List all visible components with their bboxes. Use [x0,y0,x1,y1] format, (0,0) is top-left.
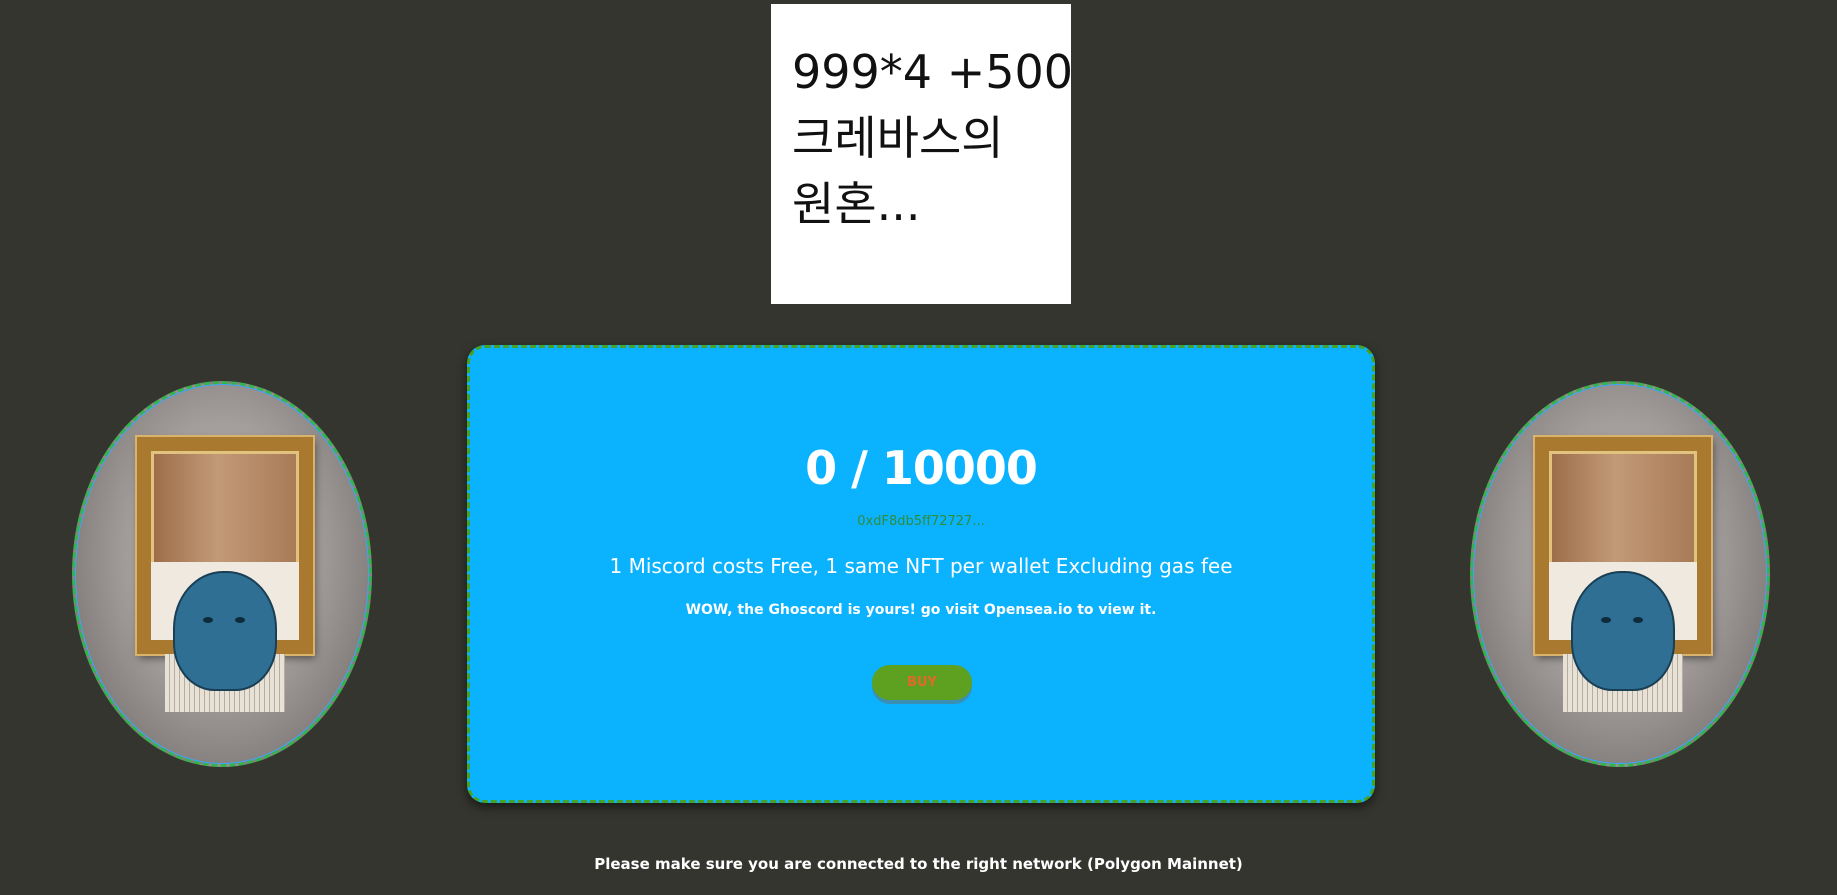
info-note: 999*4 +500 크레바스의 원혼... [771,4,1073,304]
price-info: 1 Miscord costs Free, 1 same NFT per wal… [609,554,1233,578]
contract-address-link[interactable]: 0xdF8db5ff72727... [470,514,1372,529]
network-notice: Please make sure you are connected to th… [594,855,1243,873]
success-message: WOW, the Ghoscord is yours! go visit Ope… [685,602,1157,618]
right-artwork-image [1470,381,1770,767]
mint-card: 0 / 10000 0xdF8db5ff72727... 1 Miscord c… [467,345,1375,803]
ghost-character [173,571,277,691]
ghost-character [1571,571,1675,691]
left-artwork-image [72,381,372,767]
page: 999*4 +500 크레바스의 원혼... 0 / 10000 0xdF8db… [0,0,1837,895]
mint-counter: 0 / 10000 [805,441,1038,495]
buy-button[interactable]: BUY [872,665,972,700]
